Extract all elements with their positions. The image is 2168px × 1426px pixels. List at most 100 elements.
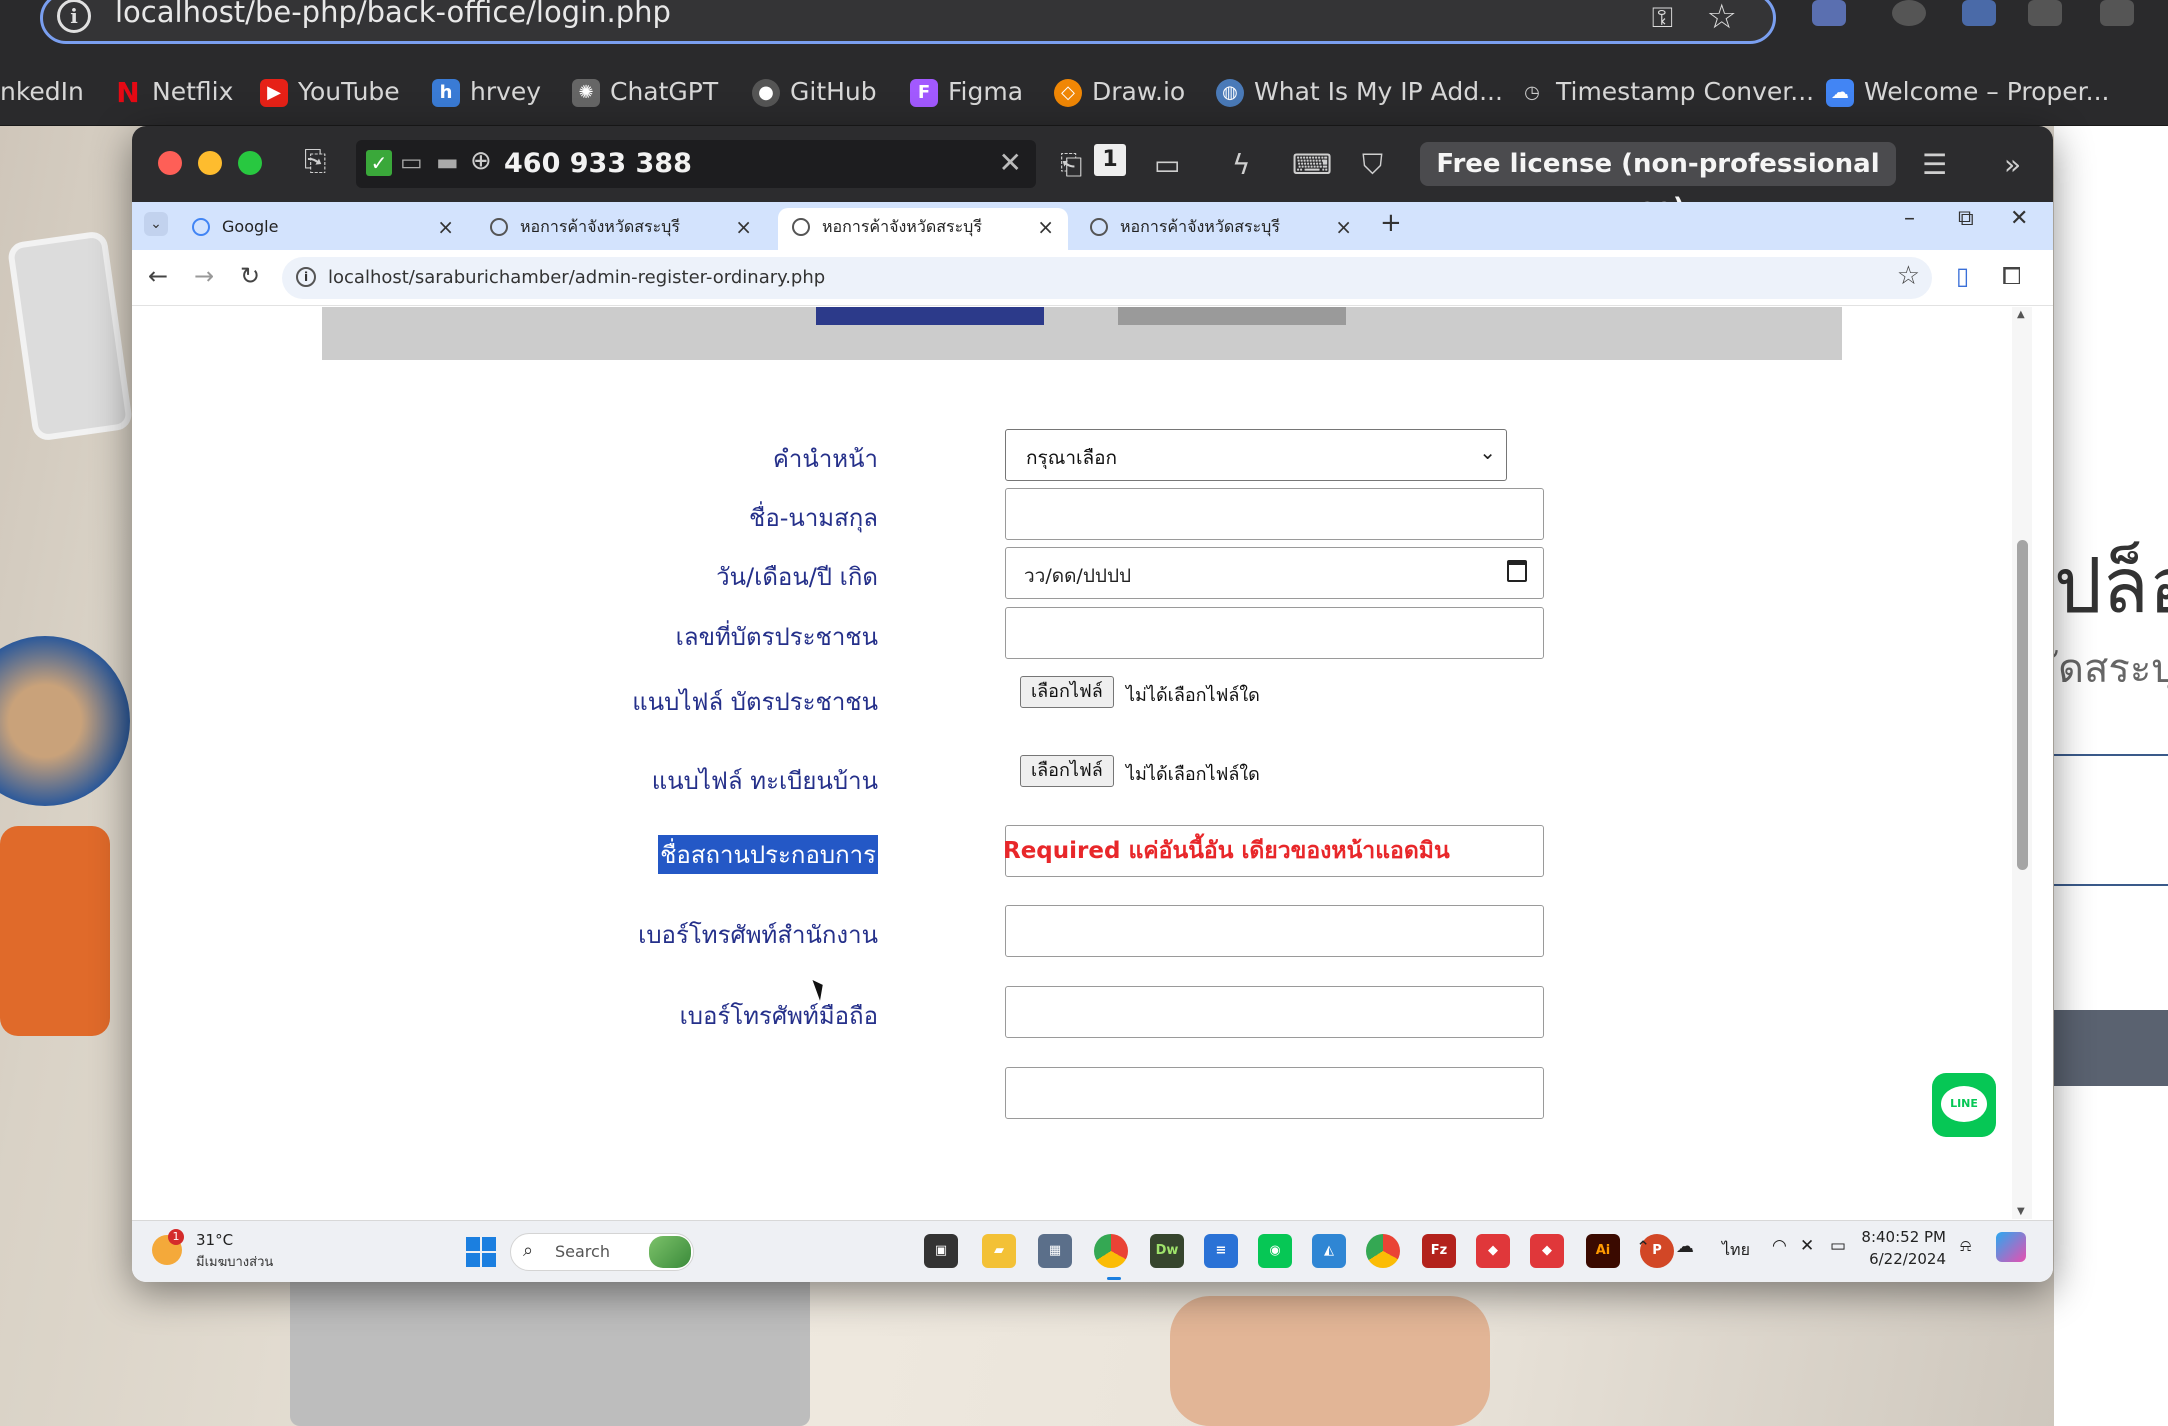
new-tab-plus-icon[interactable]: + [1380, 208, 1402, 238]
weather-widget[interactable]: 1 31°C มีเมฆบางส่วน [152, 1229, 292, 1275]
close-tab-icon[interactable]: × [1037, 208, 1054, 246]
monitor-number-icon[interactable]: 1 [1094, 144, 1126, 176]
close-tab-icon[interactable]: × [735, 208, 752, 246]
tray-chevron-up-icon[interactable]: ⌃ [1636, 1238, 1650, 1258]
page-scrollbar[interactable]: ▲ ▼ [2012, 307, 2032, 1219]
tab-chamber-3[interactable]: หอการค้าจังหวัดสระบุรี × [1076, 208, 1366, 250]
dob-date-input[interactable]: วว/ดด/ปปปป [1005, 547, 1544, 599]
restore-icon[interactable]: ⧉ [1958, 206, 1974, 231]
bookmark-drawio[interactable]: ◇ Draw.io [1054, 66, 1185, 126]
onedrive-cloud-icon[interactable]: ☁ [1676, 1236, 1694, 1257]
line-chat-button[interactable]: LINE [1932, 1073, 1996, 1137]
remote-file-icon[interactable]: ⎗ [1060, 148, 1082, 182]
close-tab-icon[interactable]: × [1335, 208, 1352, 246]
illustrator-icon[interactable]: Ai [1586, 1234, 1620, 1268]
actions-lightning-icon[interactable]: ϟ [1232, 148, 1250, 181]
line-app-icon[interactable]: ◉ [1258, 1234, 1292, 1268]
next-input[interactable] [1005, 1067, 1544, 1119]
file-explorer-icon[interactable]: ▰ [982, 1234, 1016, 1268]
tab-chamber-1[interactable]: หอการค้าจังหวัดสระบุรี × [476, 208, 766, 250]
close-session-icon[interactable]: ✕ [999, 146, 1022, 179]
translate-extension-icon[interactable] [1812, 0, 1846, 26]
keyboard-icon[interactable]: ⌨ [1292, 148, 1332, 181]
form-row-name: ชื่อ-นามสกุล [132, 488, 2032, 540]
extension-icon[interactable]: ▯ [1956, 262, 1969, 290]
bookmark-whatismyip[interactable]: ◍ What Is My IP Add... [1216, 66, 1503, 126]
expand-chevrons-icon[interactable]: » [2004, 148, 2021, 181]
scroll-up-icon[interactable]: ▲ [2017, 309, 2025, 320]
volume-muted-icon[interactable]: ✕ [1800, 1236, 1814, 1256]
task-view-icon[interactable]: ▣ [924, 1234, 958, 1268]
fullname-input[interactable] [1005, 488, 1544, 540]
display-icon[interactable]: ▭ [1154, 148, 1180, 181]
extensions-puzzle-icon[interactable]: ⧠ [2002, 262, 2021, 290]
minimize-window-button[interactable] [198, 151, 222, 175]
forward-arrow-icon[interactable]: → [194, 262, 214, 290]
site-info-icon[interactable]: i [57, 0, 91, 33]
windows-start-icon[interactable] [466, 1237, 496, 1267]
minimize-icon[interactable]: – [1904, 206, 1915, 231]
remote-omnibox[interactable]: i localhost/saraburichamber/admin-regist… [282, 257, 1932, 299]
bookmark-github[interactable]: ● GitHub [752, 66, 877, 126]
id-number-input[interactable] [1005, 607, 1544, 659]
close-window-button[interactable] [158, 151, 182, 175]
calendar-icon[interactable] [1507, 560, 1527, 582]
extension-icon[interactable] [1892, 0, 1926, 26]
primary-hero-button[interactable] [816, 307, 1044, 325]
scroll-down-icon[interactable]: ▼ [2017, 1206, 2025, 1217]
bookmark-youtube[interactable]: ▶ YouTube [260, 66, 400, 126]
input-language[interactable]: ไทย [1722, 1238, 1750, 1263]
close-icon[interactable]: ✕ [2010, 206, 2028, 231]
password-key-icon[interactable]: ⚿ [1652, 1, 1673, 35]
copilot-icon[interactable] [1996, 1232, 2026, 1262]
chrome-icon[interactable] [1094, 1234, 1128, 1268]
bookmark-netflix[interactable]: N Netflix [114, 66, 233, 126]
file-transfer-icon[interactable]: ⎘ [304, 144, 326, 178]
taskbar-clock[interactable]: 8:40:52 PM 6/22/2024 [1846, 1226, 1946, 1270]
bookmark-figma[interactable]: F Figma [910, 66, 1023, 126]
wifi-icon[interactable]: ◠ [1772, 1236, 1787, 1256]
tab-chamber-active[interactable]: หอการค้าจังหวัดสระบุรี × [778, 208, 1068, 250]
extensions-puzzle-icon[interactable] [2100, 0, 2134, 26]
mobile-input[interactable] [1005, 986, 1544, 1038]
menu-icon[interactable]: ☰ [1922, 148, 1947, 181]
extension-icon[interactable] [1962, 0, 1996, 26]
close-tab-icon[interactable]: × [437, 208, 454, 246]
dreamweaver-icon[interactable]: Dw [1150, 1234, 1184, 1268]
secondary-hero-button[interactable] [1118, 307, 1346, 325]
notepad-icon[interactable]: ≡ [1204, 1234, 1238, 1268]
anydesk-icon[interactable]: ◆ [1476, 1234, 1510, 1268]
filezilla-icon[interactable]: Fz [1422, 1234, 1456, 1268]
notification-bell-icon[interactable]: ⍾ [1960, 1236, 1971, 1256]
choose-id-file-button[interactable]: เลือกไฟล์ [1020, 676, 1114, 708]
bookmark-star-icon[interactable]: ☆ [1897, 261, 1920, 291]
title-select[interactable]: กรุณาเลือก ⌄ [1005, 429, 1507, 481]
bookmark-star-icon[interactable]: ☆ [1707, 0, 1737, 37]
taskbar-search[interactable]: ⌕ Search [510, 1233, 694, 1271]
remote-address-toolbar: ← → ↻ i localhost/saraburichamber/admin-… [132, 250, 2053, 306]
calculator-icon[interactable]: ▦ [1038, 1234, 1072, 1268]
tab-google[interactable]: Google × [178, 208, 468, 250]
photos-icon[interactable]: ◭ [1312, 1234, 1346, 1268]
site-info-icon[interactable]: i [296, 267, 316, 287]
license-badge[interactable]: Free license (non-professional use). [1420, 142, 1896, 223]
session-tab[interactable]: ✓ ▭ ▬ ⊕ 460 933 388 ✕ [356, 140, 1036, 188]
scrollbar-thumb[interactable] [2017, 540, 2028, 870]
reload-icon[interactable]: ↻ [240, 262, 260, 290]
bookmark-linkedin[interactable]: nkedIn [0, 66, 84, 126]
back-arrow-icon[interactable]: ← [148, 262, 168, 290]
permissions-shield-icon[interactable]: ⛉ [1362, 148, 1383, 182]
bookmark-timestamp[interactable]: ◷ Timestamp Conver... [1518, 66, 1814, 126]
host-address-bar[interactable]: i localhost/be-php/back-office/login.php… [40, 0, 1776, 44]
office-phone-input[interactable] [1005, 905, 1544, 957]
bookmark-hrvey[interactable]: h hrvey [432, 66, 541, 126]
choose-house-file-button[interactable]: เลือกไฟล์ [1020, 755, 1114, 787]
chrome-profile-icon[interactable] [1366, 1234, 1400, 1268]
anydesk-icon[interactable]: ◆ [1530, 1234, 1564, 1268]
bookmark-chatgpt[interactable]: ✺ ChatGPT [572, 66, 718, 126]
battery-icon[interactable]: ▭ [1830, 1236, 1846, 1256]
bookmark-welcome[interactable]: ☁ Welcome – Proper... [1826, 66, 2109, 126]
tab-search-chevron-icon[interactable]: ⌄ [144, 212, 168, 236]
tab-search-icon[interactable] [2028, 0, 2062, 26]
maximize-window-button[interactable] [238, 151, 262, 175]
